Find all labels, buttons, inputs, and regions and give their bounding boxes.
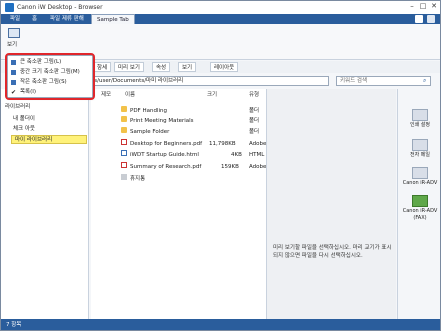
- minimize-icon[interactable]: –: [407, 2, 417, 11]
- nav-item-my-library[interactable]: 마이 라이브러리: [11, 135, 87, 144]
- file-list: 제모 이름 크기 유형 PDF Handling 폴더 Print Meetin…: [91, 89, 266, 319]
- tab-file[interactable]: 파일: [5, 14, 25, 24]
- print-settings-label: 인쇄 설정: [410, 122, 430, 128]
- print-settings-button[interactable]: 인쇄 설정: [400, 107, 440, 129]
- trash-icon: [121, 174, 127, 180]
- nav-header: 라이브러리: [5, 104, 31, 110]
- file-size: 4KB: [231, 152, 242, 158]
- table-row[interactable]: Print Meeting Materials 폴더: [91, 116, 266, 126]
- toolbar-button-1[interactable]: 항세: [93, 62, 112, 72]
- table-row[interactable]: Summary of Research.pdf 159KB Adobe: [91, 162, 266, 172]
- table-row[interactable]: Desktop for Beginners.pdf 11,798KB Adobe: [91, 139, 266, 149]
- canon-printer-label: Canon iR-ADV: [402, 180, 438, 186]
- preview-message: 미리 보기할 파일을 선택하십시오. 마리 교기가 표시 되지 않으면 파일을 …: [273, 245, 392, 259]
- file-type: 폴더: [249, 129, 260, 135]
- table-row[interactable]: 휴지통: [91, 174, 266, 184]
- canon-printer-button[interactable]: Canon iR-ADV: [400, 165, 440, 187]
- canon-fax-label: Canon iR-ADV (FAX): [402, 208, 438, 221]
- printer-icon: [412, 109, 428, 121]
- file-type: 폴더: [249, 118, 260, 124]
- table-row[interactable]: iWDT Startup Guide.html 4KB HTML: [91, 150, 266, 160]
- file-type: HTML: [249, 152, 265, 158]
- file-name: Summary of Research.pdf: [130, 164, 202, 170]
- column-header-type[interactable]: 유형: [249, 91, 259, 100]
- pdf-icon: [121, 162, 127, 168]
- fax-icon: [412, 195, 428, 207]
- layout-dropdown-button[interactable]: 레이아웃: [210, 62, 239, 72]
- canon-fax-button[interactable]: Canon iR-ADV (FAX): [400, 193, 440, 222]
- column-header-title[interactable]: 제모: [101, 91, 111, 100]
- nav-item-my-folder[interactable]: 내 폴더이: [13, 115, 35, 124]
- search-icon[interactable]: ⌕: [423, 77, 431, 85]
- file-name: Desktop for Beginners.pdf: [130, 141, 203, 147]
- file-size: 159KB: [221, 164, 239, 170]
- search-input[interactable]: 키워드 검색: [336, 76, 431, 86]
- maximize-icon[interactable]: □: [418, 2, 428, 11]
- column-header-size[interactable]: 크기: [207, 91, 217, 100]
- view-dropdown-button[interactable]: 보기: [178, 62, 197, 72]
- file-name: Print Meeting Materials: [130, 118, 194, 124]
- view-button-label: 보기: [7, 42, 18, 48]
- nav-item-checkout[interactable]: 체크 아웃: [13, 125, 35, 134]
- ribbon-tab-bar: 파일 홈 파일 제류 판해 Sample Tab: [1, 14, 440, 24]
- preview-pane: 미리 보기할 파일을 선택하십시오. 마리 교기가 표시 되지 않으면 파일을 …: [266, 89, 396, 319]
- email-icon: [412, 139, 428, 151]
- file-name: Sample Folder: [130, 129, 170, 135]
- settings-icon[interactable]: [427, 15, 435, 23]
- status-bar: 7 항목: [1, 319, 440, 330]
- close-icon[interactable]: ✕: [429, 2, 439, 11]
- column-header-name[interactable]: 이름: [125, 91, 135, 100]
- file-name: 휴지통: [130, 176, 146, 182]
- view-button[interactable]: 보기: [5, 27, 23, 49]
- file-name: PDF Handling: [130, 108, 167, 114]
- file-type: Adobe: [249, 141, 267, 147]
- file-type: 폴더: [249, 108, 260, 114]
- browser-window: Canon iW Desktop - Browser – □ ✕ 파일 홈 파일…: [0, 0, 441, 331]
- pdf-icon: [121, 139, 127, 145]
- folder-icon: [121, 127, 127, 133]
- preview-button[interactable]: 미리 보기: [114, 62, 144, 72]
- help-icon[interactable]: [415, 15, 423, 23]
- highlight-frame: [5, 53, 95, 100]
- output-bar: 인쇄 설정 전자 메일 Canon iR-ADV Canon iR-ADV (F…: [397, 89, 440, 319]
- tab-file-edit[interactable]: 파일 제류 판해: [45, 14, 89, 24]
- table-row[interactable]: Sample Folder 폴더: [91, 127, 266, 137]
- app-icon: [5, 3, 14, 12]
- window-title: Canon iW Desktop - Browser: [17, 4, 103, 11]
- table-row[interactable]: PDF Handling 폴더: [91, 106, 266, 116]
- navigation-pane: 라이브러리 내 폴더이 체크 아웃 마이 라이브러리: [1, 89, 89, 319]
- email-label: 전자 메일: [410, 152, 430, 158]
- title-bar: Canon iW Desktop - Browser – □ ✕: [1, 1, 440, 14]
- device-icon: [412, 167, 428, 179]
- file-name: iWDT Startup Guide.html: [130, 152, 199, 158]
- tab-sample[interactable]: Sample Tab: [91, 14, 135, 24]
- file-type: Adobe: [249, 164, 267, 170]
- tab-home[interactable]: 홈: [27, 14, 42, 24]
- folder-icon: [121, 106, 127, 112]
- address-bar[interactable]: rs/user/Documents/마미 라이브러리: [89, 76, 329, 86]
- folder-icon: [121, 116, 127, 122]
- html-file-icon: [121, 150, 127, 156]
- view-icon: [8, 28, 20, 38]
- properties-button[interactable]: 속성: [152, 62, 171, 72]
- file-size: 11,798KB: [209, 141, 236, 147]
- email-button[interactable]: 전자 메일: [400, 137, 440, 159]
